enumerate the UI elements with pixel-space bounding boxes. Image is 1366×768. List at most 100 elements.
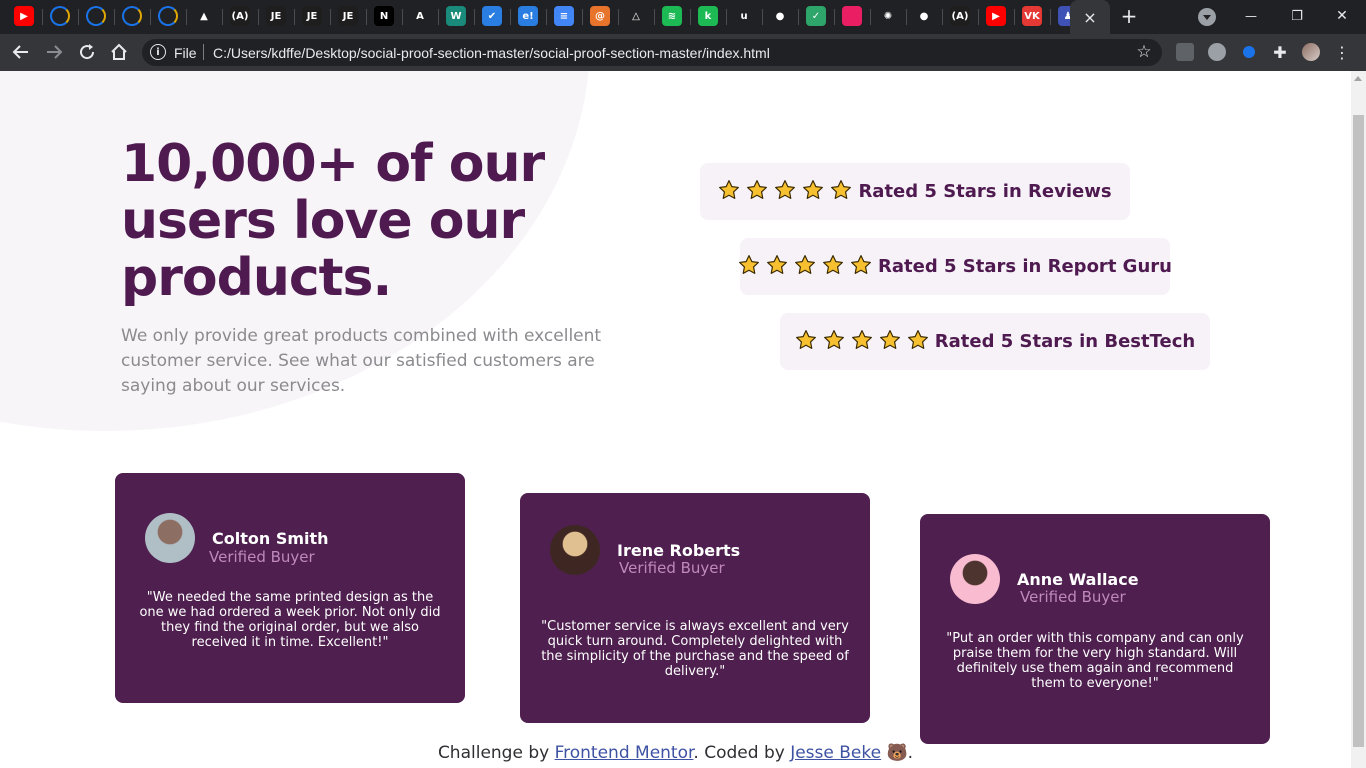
tab-search-icon[interactable] [1198, 8, 1216, 26]
site-info-icon[interactable]: i [150, 44, 166, 60]
testimonial-card: Anne Wallace Verified Buyer "Put an order … [920, 514, 1270, 744]
tab-separator [834, 9, 835, 25]
tab-favicon-loading-3-icon[interactable] [122, 6, 142, 26]
star-rating [738, 254, 872, 280]
tab-favicon-todo-icon[interactable]: ✔ [482, 6, 502, 26]
testimonial-role: Verified Buyer [1020, 588, 1126, 606]
minimize-button[interactable]: — [1236, 4, 1266, 28]
tab-separator [1050, 9, 1051, 25]
tab-favicon-k-site-icon[interactable]: k [698, 6, 718, 26]
star-icon [823, 329, 845, 355]
rating-badge: Rated 5 Stars in BestTech [780, 313, 1210, 370]
avatar [145, 513, 195, 563]
tab-separator [474, 9, 475, 25]
testimonial-quote: "We needed the same printed design as th… [139, 590, 441, 650]
tab-separator [150, 9, 151, 25]
extension-bolt-icon[interactable] [1208, 43, 1226, 61]
tab-favicon-github-2-icon[interactable]: ● [914, 6, 934, 26]
scheme-label: File [174, 45, 197, 61]
tab-favicon-vercel-icon[interactable]: ▲ [194, 6, 214, 26]
tab-separator [618, 9, 619, 25]
tab-separator [978, 9, 979, 25]
tab-favicon-youtube-icon[interactable]: ▶ [14, 6, 34, 26]
tab-favicon-youtube-2-icon[interactable]: ▶ [986, 6, 1006, 26]
attribution-footer: Challenge by Frontend Mentor. Coded by J… [0, 743, 1351, 763]
testimonial-quote: "Put an order with this company and can … [946, 631, 1244, 691]
tab-separator [906, 9, 907, 25]
frontend-mentor-link[interactable]: Frontend Mentor [555, 743, 694, 763]
footer-prefix: Challenge by [437, 743, 550, 763]
tab-favicon-loading-1-icon[interactable] [50, 6, 70, 26]
tab-separator [330, 9, 331, 25]
tab-separator [1014, 9, 1015, 25]
star-rating [795, 329, 929, 355]
back-icon[interactable] [10, 42, 32, 62]
url-text[interactable]: C:/Users/kdffe/Desktop/social-proof-sect… [213, 45, 770, 61]
reload-icon[interactable] [76, 42, 98, 62]
tab-favicon-loading-2-icon[interactable] [86, 6, 106, 26]
tab-separator [690, 9, 691, 25]
scroll-up-arrow-icon[interactable] [1354, 76, 1362, 81]
tab-favicon-vk-icon[interactable]: VK [1022, 6, 1042, 26]
close-tab-button[interactable]: × [1080, 7, 1100, 27]
tab-separator [78, 9, 79, 25]
tab-favicon-devdocs-icon[interactable]: (A) [230, 6, 250, 26]
star-rating [718, 179, 852, 205]
extensions-puzzle-icon[interactable]: ✚ [1270, 42, 1290, 62]
tab-favicon-vue-school-icon[interactable]: ✓ [806, 6, 826, 26]
testimonial-role: Verified Buyer [209, 548, 315, 566]
tab-favicon-orange-icon[interactable]: @ [590, 6, 610, 26]
star-icon [850, 254, 872, 280]
menu-kebab-icon[interactable]: ⋮ [1334, 42, 1350, 62]
forward-icon[interactable] [43, 42, 65, 62]
tab-favicon-sun-icon[interactable]: ✺ [878, 6, 898, 26]
tab-favicon-docs-icon[interactable]: ≡ [554, 6, 574, 26]
tab-favicon-pink-icon[interactable] [842, 6, 862, 26]
bookmark-star-icon[interactable]: ☆ [1134, 42, 1154, 62]
testimonial-card: Irene Roberts Verified Buyer "Customer ser… [520, 493, 870, 723]
star-icon [822, 254, 844, 280]
tab-separator [258, 9, 259, 25]
new-tab-button[interactable]: + [1118, 4, 1140, 28]
tab-favicon-loading-4-icon[interactable] [158, 6, 178, 26]
tab-favicon-w-site-icon[interactable]: W [446, 6, 466, 26]
star-icon [879, 329, 901, 355]
profile-avatar[interactable] [1302, 43, 1320, 61]
tab-favicon-nextjs-icon[interactable]: N [374, 6, 394, 26]
window-close-button[interactable]: ✕ [1327, 4, 1357, 28]
page-viewport: 10,000+ of our users love our products. … [0, 71, 1351, 768]
footer-suffix: 🐻. [886, 743, 914, 763]
hero-description: We only provide great products combined … [121, 326, 602, 396]
restore-button[interactable]: ❐ [1282, 4, 1312, 28]
testimonial-name: Anne Wallace [1017, 570, 1139, 589]
tab-favicon-arch-icon[interactable]: A [410, 6, 430, 26]
extension-blue-icon[interactable] [1240, 43, 1258, 61]
tab-separator [870, 9, 871, 25]
tab-separator [186, 9, 187, 25]
tab-separator [510, 9, 511, 25]
tab-separator [726, 9, 727, 25]
tab-favicon-devdocs-2-icon[interactable]: (A) [950, 6, 970, 26]
tab-favicon-spotify-icon[interactable]: ≋ [662, 6, 682, 26]
tab-separator [654, 9, 655, 25]
scrollbar-thumb[interactable] [1353, 115, 1364, 747]
author-link[interactable]: Jesse Beke [790, 743, 881, 763]
star-icon [795, 329, 817, 355]
star-icon [907, 329, 929, 355]
tab-separator [42, 9, 43, 25]
tab-separator [582, 9, 583, 25]
home-icon[interactable] [108, 42, 130, 62]
footer-middle: . Coded by [693, 743, 785, 763]
hero-title: 10,000+ of our users love our products. [121, 134, 545, 308]
tab-favicon-nuxt-icon[interactable]: △ [626, 6, 646, 26]
tab-favicon-je-2-icon[interactable]: JE [302, 6, 322, 26]
tab-favicon-u-site-icon[interactable]: u [734, 6, 754, 26]
tab-favicon-je-1-icon[interactable]: JE [266, 6, 286, 26]
tab-favicon-e-site-icon[interactable]: e! [518, 6, 538, 26]
extension-grey-icon[interactable] [1176, 43, 1194, 61]
tab-separator [762, 9, 763, 25]
tab-favicon-github-1-icon[interactable]: ● [770, 6, 790, 26]
tab-favicon-je-3-icon[interactable]: JE [338, 6, 358, 26]
tab-separator [366, 9, 367, 25]
rating-badge: Rated 5 Stars in Reviews [700, 163, 1130, 220]
